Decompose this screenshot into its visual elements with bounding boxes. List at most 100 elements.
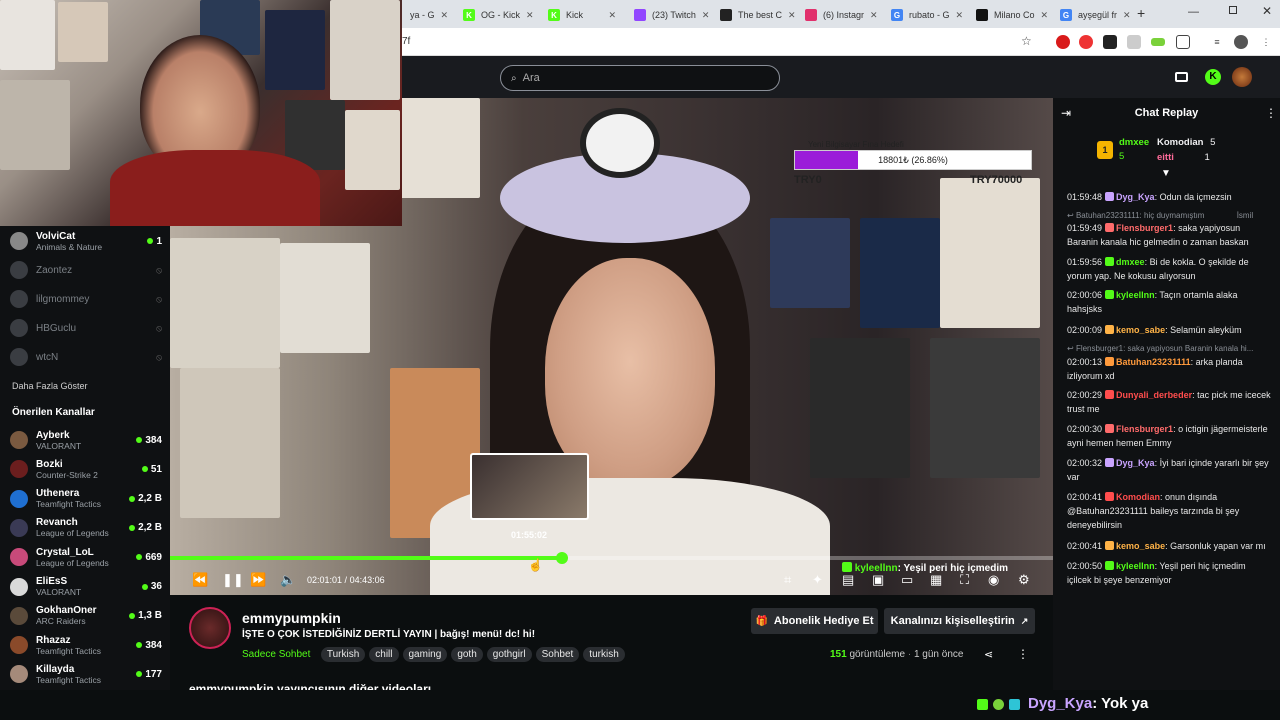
followed-channel[interactable]: VolviCat Animals & Nature 1	[10, 226, 162, 256]
recommended-channel[interactable]: Rhazaz Teamfight Tactics 384	[10, 630, 162, 660]
rewards-icon[interactable]	[1175, 72, 1188, 82]
message-user[interactable]: Dunyali_derbeder	[1116, 390, 1192, 400]
stream-tag[interactable]: chill	[369, 647, 399, 662]
browser-menu-icon[interactable]: ⋮	[1259, 35, 1273, 49]
message-user[interactable]: kemo_sabe	[1116, 541, 1165, 551]
message-user[interactable]: Dyg_Kya	[1116, 458, 1155, 468]
chat-options-icon[interactable]: ⋮	[1265, 106, 1277, 120]
channel-avatar[interactable]	[189, 607, 231, 649]
leader-name[interactable]: Komodian	[1157, 137, 1203, 148]
tab-close-icon[interactable]: ✕	[1041, 10, 1049, 21]
restore-icon[interactable]	[1229, 6, 1237, 14]
extensions-icon[interactable]	[1176, 35, 1190, 49]
browser-tab[interactable]: (6) Instagr ✕	[797, 4, 881, 26]
tab-close-icon[interactable]: ✕	[870, 10, 878, 21]
battery-extension-icon[interactable]	[1151, 38, 1165, 46]
browser-tab[interactable]: ya - G ✕	[402, 4, 454, 26]
browser-tab[interactable]: The best C ✕	[712, 4, 796, 26]
fullscreen-icon[interactable]: ⛶	[960, 572, 969, 588]
gift-subscription-button[interactable]: 🎁 Abonelik Hediye Et	[751, 608, 878, 634]
tab-close-icon[interactable]: ✕	[1123, 10, 1131, 21]
customize-channel-button[interactable]: Kanalınızı kişiselleştirin ↗	[884, 608, 1035, 634]
message-user[interactable]: kemo_sabe	[1116, 325, 1165, 335]
message-user[interactable]: Flensburger1	[1116, 223, 1173, 233]
leader-name[interactable]: eitti	[1157, 152, 1174, 163]
goal-label: Yeni Bilgisayar Fına Hedefi	[808, 140, 904, 149]
red-extension-icon[interactable]	[1079, 35, 1093, 49]
tab-close-icon[interactable]: ✕	[956, 10, 964, 21]
browser-tab[interactable]: Gayşegül fr ✕	[1052, 4, 1136, 26]
recommended-channel[interactable]: Bozki Counter-Strike 2 51	[10, 454, 162, 484]
seek-bar[interactable]	[170, 552, 1053, 564]
pip-icon[interactable]: ▣	[872, 572, 884, 588]
recommended-channel[interactable]: Uthenera Teamfight Tactics 2,2 B	[10, 484, 162, 514]
followed-channel[interactable]: Zaontez ⦸	[10, 255, 162, 285]
message-user[interactable]: dmxee	[1116, 257, 1145, 267]
search-input[interactable]: ⌕ Ara	[500, 65, 780, 91]
tab-close-icon[interactable]: ✕	[441, 10, 449, 21]
rewind-icon[interactable]: ⏪	[192, 572, 208, 588]
kick-logo-icon[interactable]: K	[1205, 69, 1221, 85]
recommended-channel[interactable]: EliEsS VALORANT 36	[10, 572, 162, 602]
profile-avatar[interactable]	[1234, 35, 1248, 49]
tab-close-icon[interactable]: ✕	[608, 10, 616, 21]
followed-channel[interactable]: HBGuclu ⦸	[10, 313, 162, 343]
chat-message: 02:00:41 kemo_sabe: Garsonluk yapan var m…	[1067, 539, 1272, 553]
stats-icon[interactable]: ▤	[842, 572, 854, 588]
media-control-icon[interactable]: ≡	[1210, 35, 1224, 49]
clip-crop-icon[interactable]: ⌗	[784, 572, 791, 588]
volume-icon[interactable]: 🔈	[280, 572, 296, 588]
followed-channel[interactable]: lilgmommey ⦸	[10, 284, 162, 314]
browser-tab[interactable]: Milano Co ✕	[968, 4, 1052, 26]
recommended-channel[interactable]: GokhanOner ARC Raiders 1,3 B	[10, 601, 162, 631]
more-options-icon[interactable]: ⋮	[1017, 647, 1029, 661]
user-avatar[interactable]	[1232, 67, 1252, 87]
stream-tag[interactable]: Sohbet	[535, 647, 580, 662]
recommended-channel[interactable]: Crystal_LoL League of Legends 669	[10, 542, 162, 572]
puzzle-extension-icon[interactable]	[1103, 35, 1117, 49]
category-link[interactable]: Sadece Sohbet	[242, 649, 310, 660]
message-user[interactable]: Komodian	[1116, 492, 1160, 502]
followed-channel[interactable]: wtcN ⦸	[10, 342, 162, 372]
autoplay-icon[interactable]: ◉	[988, 572, 999, 588]
cast-icon[interactable]: ▭	[901, 572, 913, 588]
message-user[interactable]: kyleellnn	[1116, 561, 1155, 571]
bookmark-star-icon[interactable]: ☆	[1021, 34, 1032, 48]
sparkle-icon[interactable]: ✦	[812, 572, 823, 588]
recommended-channel[interactable]: Ayberk VALORANT 384	[10, 425, 162, 455]
close-window-icon[interactable]: ✕	[1262, 4, 1272, 18]
recommended-channel[interactable]: Revanch League of Legends 2,2 B	[10, 513, 162, 543]
stream-tag[interactable]: goth	[451, 647, 483, 662]
stream-tag[interactable]: Turkish	[320, 647, 366, 662]
browser-tab[interactable]: K Kick ✕	[540, 4, 624, 26]
leader-name[interactable]: dmxee	[1119, 137, 1149, 148]
settings-gear-icon[interactable]: ⚙	[1018, 572, 1030, 588]
new-tab-button[interactable]: +	[1137, 5, 1145, 21]
stream-tag[interactable]: gaming	[402, 647, 448, 662]
browser-tab[interactable]: Grubato - G ✕	[883, 4, 967, 26]
expand-leaderboard-icon[interactable]: ▼	[1161, 168, 1171, 179]
browser-tab[interactable]: K OG - Kick ✕	[455, 4, 539, 26]
stream-tag[interactable]: gothgirl	[486, 647, 532, 662]
pause-icon[interactable]: ❚❚	[222, 572, 244, 588]
stream-tag[interactable]: turkish	[583, 647, 625, 662]
shield-extension-icon[interactable]	[1127, 35, 1141, 49]
message-user[interactable]: Flensburger1	[1116, 424, 1173, 434]
tab-close-icon[interactable]: ✕	[526, 10, 534, 21]
theater-icon[interactable]: ▦	[930, 572, 942, 588]
minimize-icon[interactable]: —	[1188, 6, 1199, 18]
message-user[interactable]: Batuhan23231111	[1116, 357, 1191, 367]
url-field[interactable]: 7f	[398, 31, 1048, 53]
browser-tab[interactable]: (23) Twitch ✕	[626, 4, 710, 26]
share-icon[interactable]: ⋖	[984, 648, 993, 661]
message-user[interactable]: Dyg_Kya	[1116, 192, 1155, 202]
opera-extension-icon[interactable]	[1056, 35, 1070, 49]
viewer-count-value: 1	[156, 235, 162, 247]
channel-name[interactable]: emmypumpkin	[242, 610, 341, 626]
recommended-channel[interactable]: Killayda Teamfight Tactics 177	[10, 659, 162, 689]
fast-forward-icon[interactable]: ⏩	[250, 572, 266, 588]
message-user[interactable]: kyleellnn	[1116, 290, 1155, 300]
tab-close-icon[interactable]: ✕	[702, 10, 710, 21]
tab-close-icon[interactable]: ✕	[788, 10, 796, 21]
show-more-link[interactable]: Daha Fazla Göster	[12, 381, 88, 391]
